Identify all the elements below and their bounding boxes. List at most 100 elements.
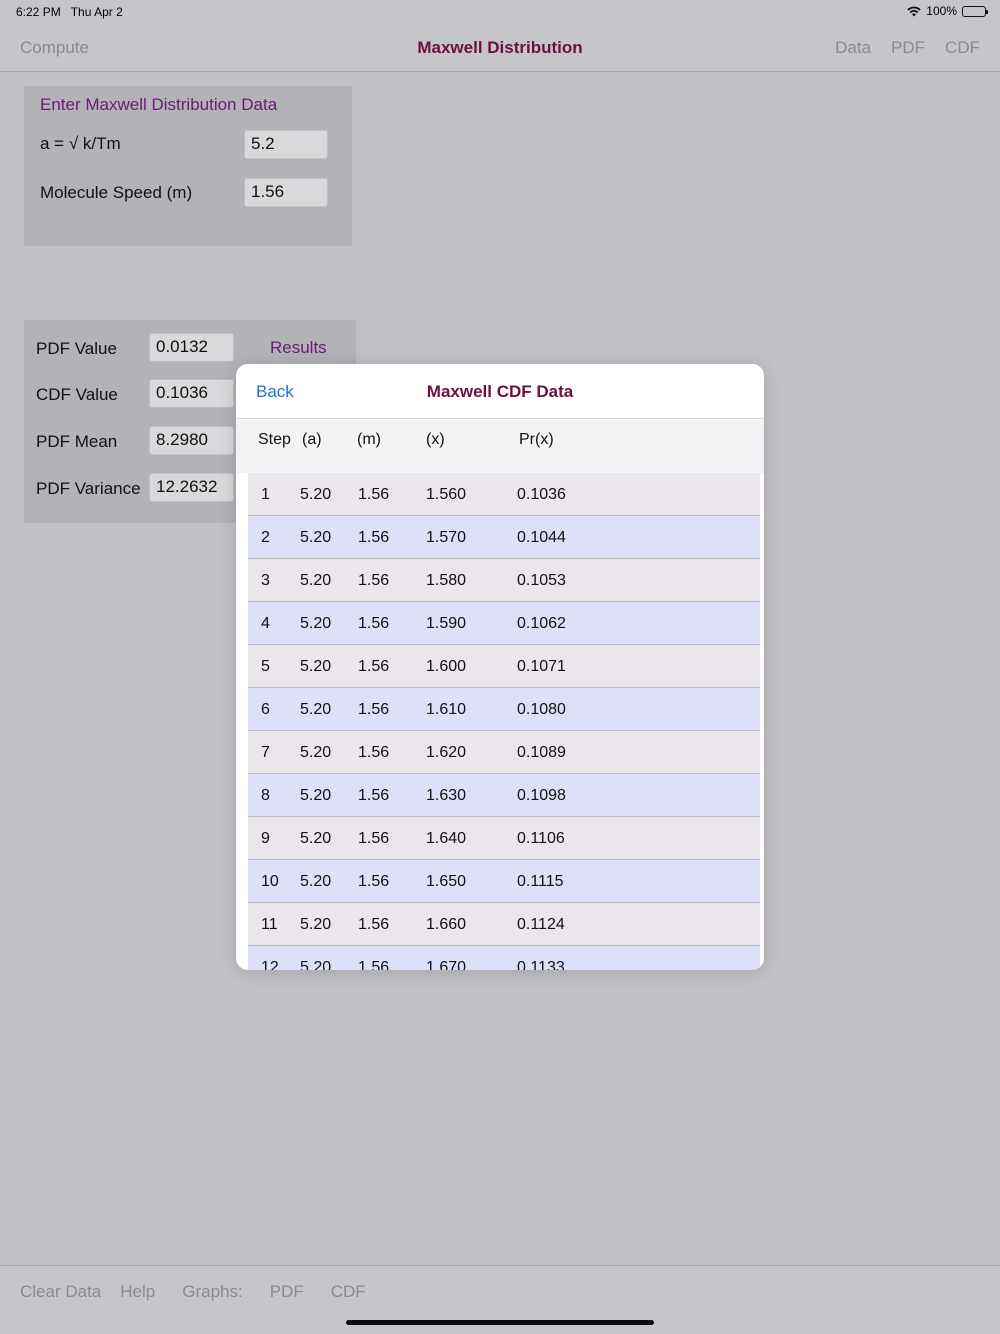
cell-prx: 0.1133 xyxy=(517,959,565,970)
nav-right-items: Data PDF CDF xyxy=(835,38,980,58)
table-row[interactable]: 7 5.20 1.56 1.620 0.1089 xyxy=(248,731,760,774)
column-m: (m) xyxy=(357,431,381,448)
results-label: Results xyxy=(270,338,327,357)
cell-step: 9 xyxy=(261,830,270,847)
pdf-value-label: PDF Value xyxy=(36,339,117,358)
modal-title: Maxwell CDF Data xyxy=(426,382,574,401)
cdf-value-field: 0.1036 xyxy=(149,379,234,408)
cell-prx: 0.1044 xyxy=(517,529,566,546)
pdf-value-field: 0.0132 xyxy=(149,333,234,362)
cell-a: 5.20 xyxy=(300,787,332,804)
status-right: 100% xyxy=(907,4,988,18)
cell-step: 4 xyxy=(261,615,270,632)
cell-a: 5.20 xyxy=(300,615,332,632)
cell-step: 11 xyxy=(261,916,278,933)
a-label: a = √ k/Tm xyxy=(40,134,121,153)
toolbar-items: Clear Data Help Graphs: PDF CDF xyxy=(20,1282,385,1302)
cell-m: 1.56 xyxy=(358,787,390,804)
table-row[interactable]: 2 5.20 1.56 1.570 0.1044 xyxy=(248,516,760,559)
cell-m: 1.56 xyxy=(358,873,390,890)
cell-a: 5.20 xyxy=(300,529,332,546)
battery-icon xyxy=(962,5,988,17)
cell-m: 1.56 xyxy=(358,701,390,718)
cell-step: 1 xyxy=(261,486,270,503)
table-row[interactable]: 9 5.20 1.56 1.640 0.1106 xyxy=(248,817,760,860)
cell-m: 1.56 xyxy=(358,615,390,632)
cell-m: 1.56 xyxy=(358,529,390,546)
cdf-value-label: CDF Value xyxy=(36,385,118,404)
cell-a: 5.20 xyxy=(300,701,332,718)
graph-pdf-button[interactable]: PDF xyxy=(270,1282,304,1302)
cell-x: 1.620 xyxy=(426,744,467,761)
cdf-button[interactable]: CDF xyxy=(945,38,980,58)
table-row[interactable]: 11 5.20 1.56 1.660 0.1124 xyxy=(248,903,760,946)
column-step: Step xyxy=(258,431,291,448)
cell-a: 5.20 xyxy=(300,873,332,890)
cell-x: 1.630 xyxy=(426,787,467,804)
cell-x: 1.570 xyxy=(426,529,467,546)
cell-x: 1.610 xyxy=(426,701,467,718)
clear-data-button[interactable]: Clear Data xyxy=(20,1282,101,1302)
cell-a: 5.20 xyxy=(300,572,332,589)
table-row[interactable]: 1 5.20 1.56 1.560 0.1036 xyxy=(248,473,760,516)
cell-prx: 0.1080 xyxy=(517,701,566,718)
cell-x: 1.600 xyxy=(426,658,467,675)
cell-prx: 0.1071 xyxy=(517,658,566,675)
graph-cdf-button[interactable]: CDF xyxy=(331,1282,366,1302)
cell-a: 5.20 xyxy=(300,744,332,761)
cell-prx: 0.1098 xyxy=(517,787,566,804)
cell-step: 2 xyxy=(261,529,270,546)
cell-step: 6 xyxy=(261,701,270,718)
cell-a: 5.20 xyxy=(300,959,332,970)
cell-step: 12 xyxy=(261,959,279,970)
cell-x: 1.580 xyxy=(426,572,467,589)
table-row[interactable]: 12 5.20 1.56 1.670 0.1133 xyxy=(248,946,760,970)
cell-m: 1.56 xyxy=(358,959,390,970)
speed-input[interactable]: 1.56 xyxy=(244,178,328,207)
cell-step: 7 xyxy=(261,744,270,761)
status-bar: 6:22 PM Thu Apr 2 100% xyxy=(0,0,1000,24)
cell-a: 5.20 xyxy=(300,916,332,933)
cell-m: 1.56 xyxy=(358,744,390,761)
table-row[interactable]: 8 5.20 1.56 1.630 0.1098 xyxy=(248,774,760,817)
data-button[interactable]: Data xyxy=(835,38,871,58)
navigation-bar: Compute Maxwell Distribution Data PDF CD… xyxy=(0,24,1000,72)
cdf-data-modal: Back Maxwell CDF Data Step (a) (m) (x) P… xyxy=(236,364,764,970)
pdf-variance-field: 12.2632 xyxy=(149,473,234,502)
battery-percent: 100% xyxy=(926,4,957,18)
cell-a: 5.20 xyxy=(300,486,332,503)
help-button[interactable]: Help xyxy=(120,1282,155,1302)
cell-step: 10 xyxy=(261,873,279,890)
cell-step: 3 xyxy=(261,572,270,589)
column-prx: Pr(x) xyxy=(519,431,554,448)
cell-prx: 0.1115 xyxy=(517,873,564,890)
speed-label: Molecule Speed (m) xyxy=(40,183,193,202)
cell-step: 8 xyxy=(261,787,270,804)
a-input[interactable]: 5.2 xyxy=(244,130,328,159)
cell-a: 5.20 xyxy=(300,658,332,675)
cell-prx: 0.1053 xyxy=(517,572,566,589)
modal-header: Back Maxwell CDF Data xyxy=(236,364,764,419)
cell-m: 1.56 xyxy=(358,572,390,589)
table-column-header: Step (a) (m) (x) Pr(x) xyxy=(236,420,764,473)
cell-m: 1.56 xyxy=(358,830,390,847)
cell-prx: 0.1124 xyxy=(517,916,565,933)
pdf-variance-label: PDF Variance xyxy=(36,479,141,498)
input-panel-header: Enter Maxwell Distribution Data xyxy=(40,95,278,114)
input-panel: Enter Maxwell Distribution Data a = √ k/… xyxy=(24,86,352,246)
table-row[interactable]: 4 5.20 1.56 1.590 0.1062 xyxy=(248,602,760,645)
cell-prx: 0.1089 xyxy=(517,744,566,761)
cell-step: 5 xyxy=(261,658,270,675)
table-row[interactable]: 5 5.20 1.56 1.600 0.1071 xyxy=(248,645,760,688)
pdf-mean-label: PDF Mean xyxy=(36,432,118,451)
table-row[interactable]: 6 5.20 1.56 1.610 0.1080 xyxy=(248,688,760,731)
cell-x: 1.650 xyxy=(426,873,467,890)
table-row[interactable]: 10 5.20 1.56 1.650 0.1115 xyxy=(248,860,760,903)
pdf-button[interactable]: PDF xyxy=(891,38,925,58)
table-row[interactable]: 3 5.20 1.56 1.580 0.1053 xyxy=(248,559,760,602)
cell-x: 1.640 xyxy=(426,830,467,847)
cdf-data-table[interactable]: 1 5.20 1.56 1.560 0.1036 2 5.20 1.56 1.570 0.1044… xyxy=(248,473,760,970)
column-a: (a) xyxy=(302,431,322,448)
home-indicator xyxy=(346,1320,654,1325)
pdf-mean-field: 8.2980 xyxy=(149,426,234,455)
